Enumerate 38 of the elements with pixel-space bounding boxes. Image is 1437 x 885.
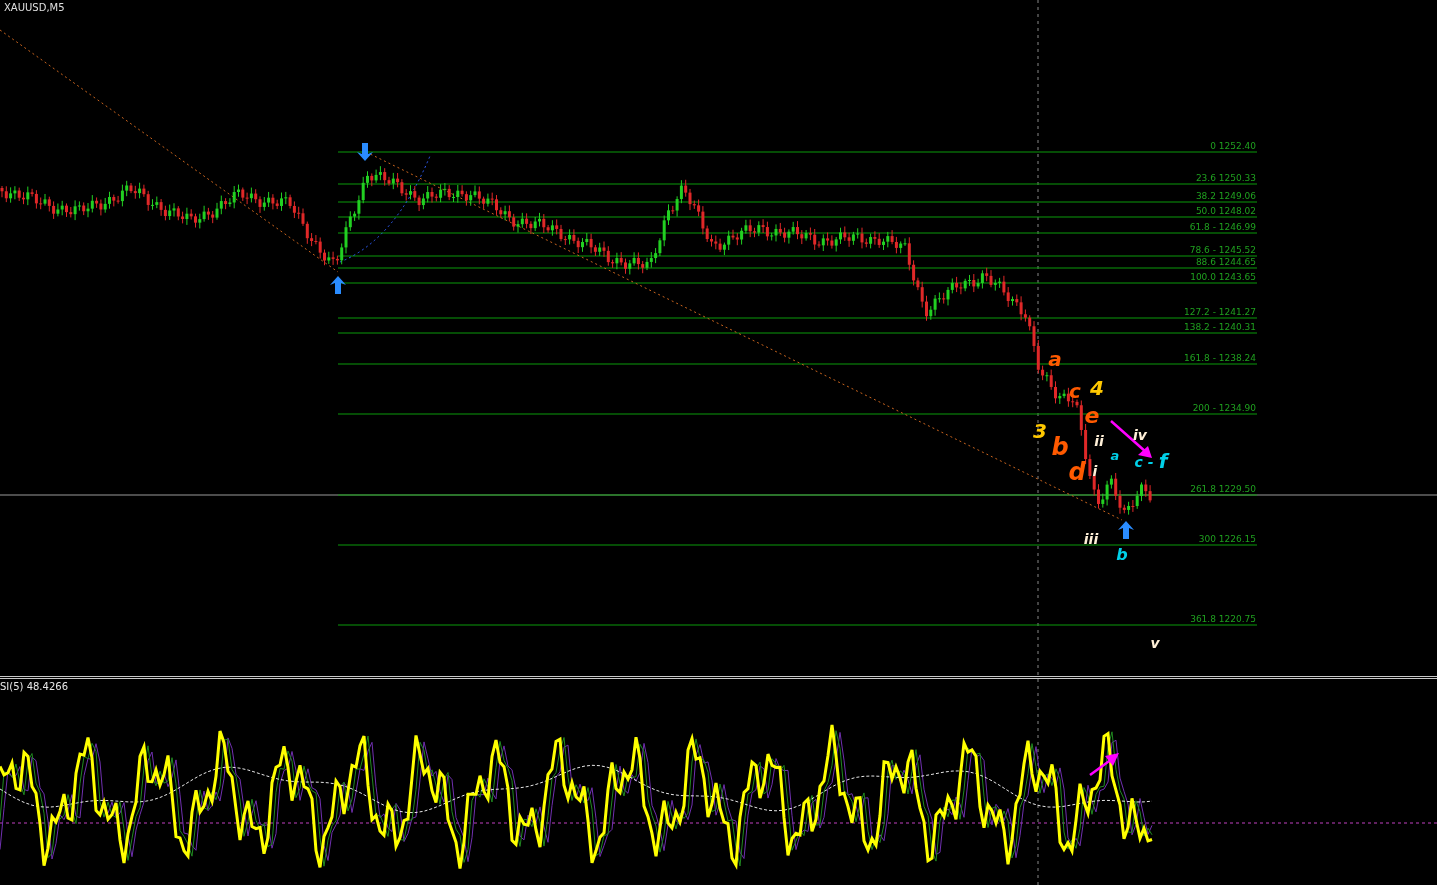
arrow-up-icon	[330, 276, 346, 294]
arrow-icon	[1089, 753, 1119, 776]
arrow-down-icon	[357, 143, 373, 161]
fib-level-label: 100.0 1243.65	[1190, 272, 1256, 282]
wave-label: 4	[1090, 376, 1104, 400]
wave-label: e	[1084, 403, 1100, 428]
fib-level-label: 200 - 1234.90	[1192, 403, 1256, 413]
fib-level-label: 0 1252.40	[1210, 141, 1256, 151]
wave-label: b	[1116, 545, 1128, 564]
fib-level-label: 50.0 1248.02	[1195, 206, 1256, 216]
symbol-title: XAUUSD,M5	[4, 2, 65, 13]
arrow-icon	[1110, 420, 1152, 458]
wave-label: a	[1110, 448, 1120, 463]
wave-label: ii	[1094, 433, 1104, 449]
wave-label: d	[1068, 458, 1086, 486]
fib-level-label: 78.6 - 1245.52	[1189, 245, 1256, 255]
fib-level-label: 23.6 1250.33	[1195, 173, 1256, 183]
fib-level-label: 361.8 1220.75	[1190, 614, 1256, 624]
fib-level-label: 161.8 - 1238.24	[1184, 353, 1256, 363]
arrow-up-icon	[1118, 521, 1134, 539]
wave-label: f	[1158, 449, 1168, 473]
fib-level-label: 88.6 1244.65	[1195, 257, 1256, 267]
wave-label: c -	[1134, 454, 1154, 470]
fib-level-label: 127.2 - 1241.27	[1184, 307, 1256, 317]
wave-label: i	[1092, 463, 1098, 479]
fib-level-label: 38.2 1249.06	[1195, 191, 1256, 201]
wave-label: a	[1048, 347, 1062, 371]
wave-label: iii	[1083, 531, 1099, 547]
wave-label: 3	[1033, 419, 1047, 443]
wave-label: b	[1051, 433, 1069, 461]
wave-label: c	[1069, 379, 1081, 403]
indicator-label: SI(5) 48.4266	[0, 681, 68, 692]
fib-level-label: 138.2 - 1240.31	[1184, 322, 1256, 332]
fib-level-label: 261.8 1229.50	[1190, 484, 1256, 494]
wave-label: v	[1150, 635, 1160, 651]
fib-level-label: 300 1226.15	[1198, 534, 1256, 544]
wave-label: iv	[1133, 427, 1147, 443]
fib-level-label: 61.8 - 1246.99	[1189, 222, 1256, 232]
